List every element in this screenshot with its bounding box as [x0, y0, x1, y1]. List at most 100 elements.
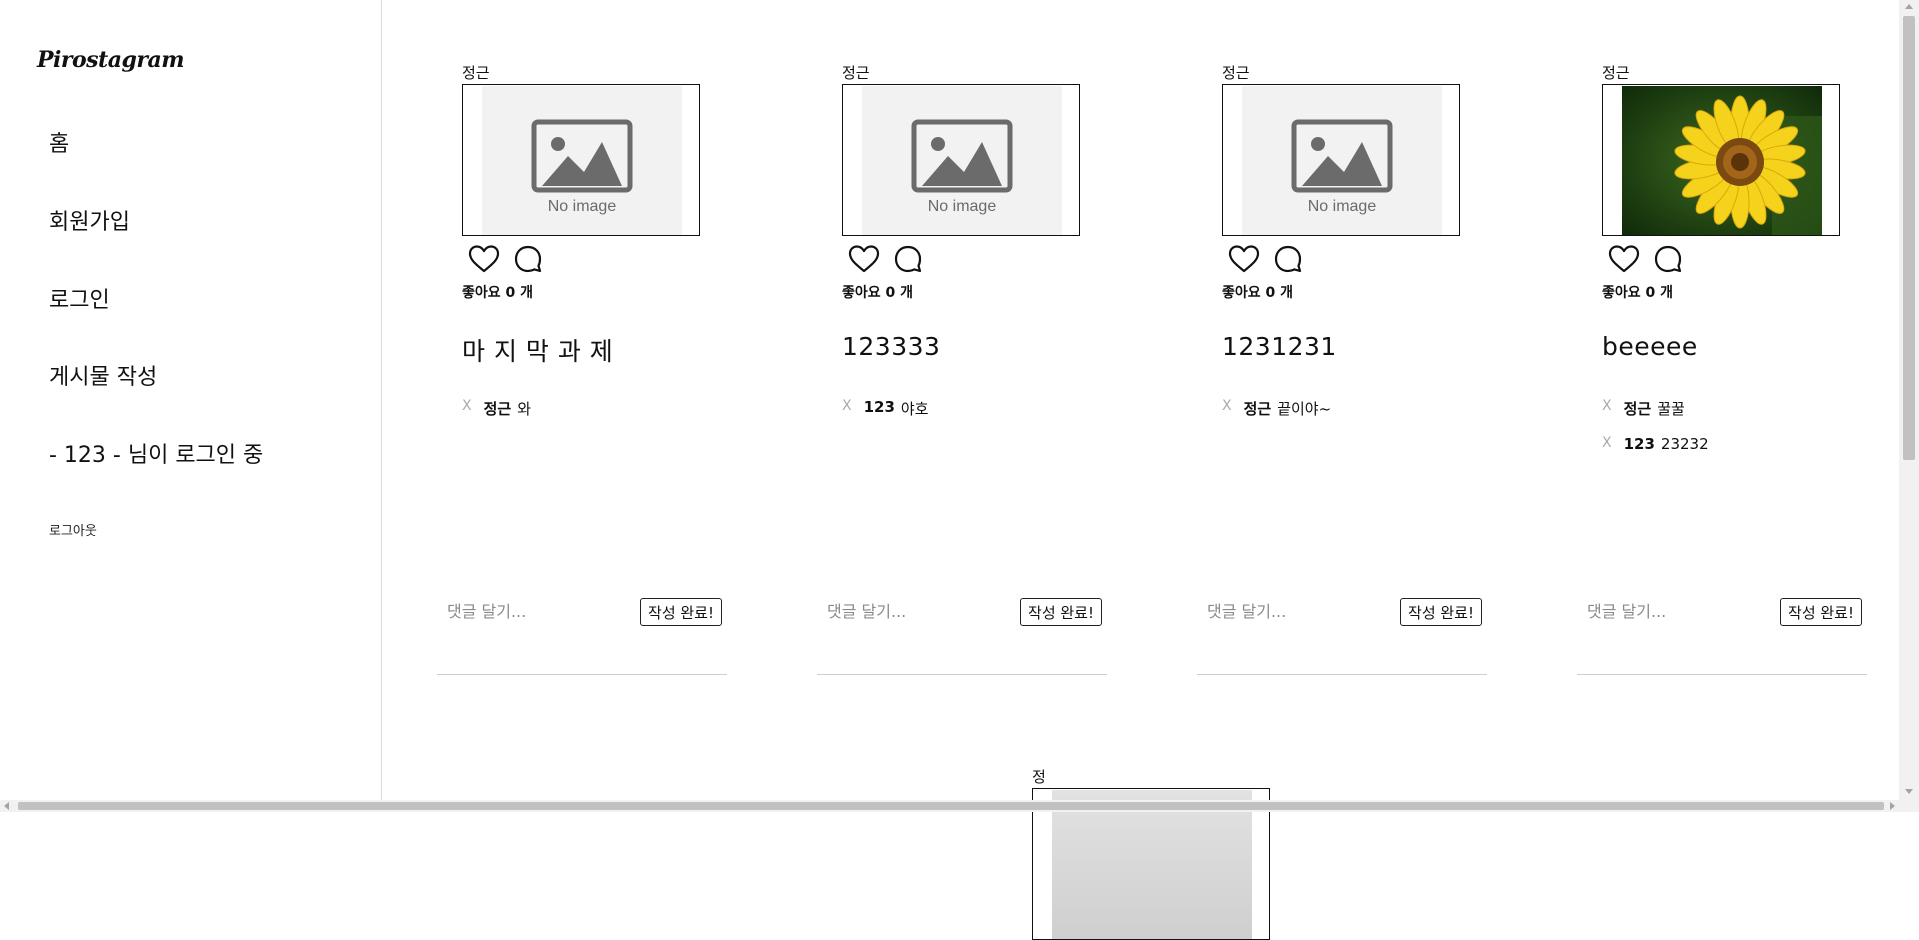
comment-icon[interactable] [1651, 242, 1685, 276]
likes-unit: 개 [900, 285, 913, 301]
comment-text: 23232 [1661, 435, 1709, 453]
comment-list: X 정근꿀꿀 X 123 23232 [1602, 398, 1709, 472]
vertical-scrollbar[interactable] [1899, 0, 1919, 800]
delete-comment-button[interactable]: X [1602, 398, 1612, 414]
comment-item: X 123 23232 [1602, 435, 1709, 472]
heart-icon[interactable] [1227, 242, 1261, 276]
no-image-placeholder: No image [482, 86, 682, 235]
no-image-placeholder: No image [1242, 86, 1442, 235]
post-author: 정근 [842, 62, 870, 83]
vertical-scroll-thumb[interactable] [1903, 16, 1915, 460]
comment-form: 작성 완료! [1587, 596, 1867, 626]
comment-author: 정근 [1624, 398, 1652, 419]
delete-comment-button[interactable]: X [1602, 435, 1612, 451]
likes-label: 좋아요 [842, 285, 881, 301]
comment-text: 끝이야~ [1277, 398, 1331, 419]
comment-icon[interactable] [511, 242, 545, 276]
likes-label: 좋아요 [1602, 285, 1641, 301]
likes-number: 0 [886, 285, 896, 301]
post-image-frame: No image [462, 84, 700, 236]
delete-comment-button[interactable]: X [842, 398, 852, 414]
logout-link[interactable]: 로그아웃 [49, 520, 97, 539]
horizontal-scroll-thumb[interactable] [18, 802, 1884, 810]
comment-text: 꿀꿀 [1657, 398, 1685, 419]
delete-comment-button[interactable]: X [1222, 398, 1232, 414]
no-image-placeholder: No image [862, 86, 1062, 235]
likes-unit: 개 [1280, 285, 1293, 301]
post-divider [437, 674, 727, 675]
likes-count: 좋아요 0 개 [462, 282, 533, 302]
post-divider [1577, 674, 1867, 675]
post-actions [467, 242, 545, 276]
heart-icon[interactable] [1607, 242, 1641, 276]
likes-unit: 개 [520, 285, 533, 301]
comment-item: X 정근와 [462, 398, 531, 435]
sidebar: Pirostagram 홈 회원가입 로그인 게시물 작성 - 123 - 님이… [0, 0, 382, 812]
likes-count: 좋아요 0 개 [1602, 282, 1673, 302]
comment-input[interactable] [447, 596, 627, 626]
post-card: 정근좋아요 0 개beeeeeX정근꿀꿀X12323232작성 완료! [1577, 0, 1867, 680]
no-image-text: No image [482, 198, 682, 216]
likes-number: 0 [1646, 285, 1656, 301]
comment-item: X 정근꿀꿀 [1602, 398, 1709, 435]
submit-comment-button[interactable]: 작성 완료! [1780, 598, 1862, 626]
delete-comment-button[interactable]: X [462, 398, 472, 414]
post-caption: beeeee [1602, 332, 1698, 361]
post-card: 정근 No image 좋아요 0 개 123333 X 123 야호작성 완료! [817, 0, 1107, 680]
post-caption: 123333 [842, 332, 940, 361]
scroll-right-icon[interactable] [1890, 802, 1895, 810]
comment-item: X 123 야호 [842, 398, 929, 435]
comment-input[interactable] [827, 596, 1007, 626]
post-card: 정근No image좋아요 0 개1231231X정근끝이야~작성 완료! [1197, 0, 1487, 680]
scroll-down-icon[interactable] [1905, 789, 1913, 794]
post-image-frame [1602, 84, 1840, 236]
comment-icon[interactable] [1271, 242, 1305, 276]
comment-list: X 123 야호 [842, 398, 929, 435]
heart-icon[interactable] [847, 242, 881, 276]
comment-text: 야호 [901, 398, 929, 419]
post-feed: 정근No image좋아요 0 개마 지 막 과 제X정근와작성 완료!정근No… [383, 0, 1899, 800]
nav-write-post[interactable]: 게시물 작성 [49, 359, 157, 391]
comment-input[interactable] [1587, 596, 1767, 626]
nav-signup[interactable]: 회원가입 [49, 204, 130, 236]
comment-author: 정근 [1244, 398, 1272, 419]
comment-input[interactable] [1207, 596, 1387, 626]
comment-author: 123 [864, 398, 895, 416]
no-image-text: No image [1242, 198, 1442, 216]
brand-logo[interactable]: Pirostagram [37, 47, 184, 73]
post-actions [1607, 242, 1685, 276]
comment-list: X 정근와 [462, 398, 531, 435]
likes-label: 좋아요 [462, 285, 501, 301]
submit-comment-button[interactable]: 작성 완료! [1020, 598, 1102, 626]
comment-icon[interactable] [891, 242, 925, 276]
post-caption: 1231231 [1222, 332, 1337, 361]
post-divider [1197, 674, 1487, 675]
post-divider [817, 674, 1107, 675]
no-image-text: No image [862, 198, 1062, 216]
post-caption: 마 지 막 과 제 [462, 332, 613, 368]
comment-item: X 정근끝이야~ [1222, 398, 1331, 435]
comment-form: 작성 완료! [827, 596, 1107, 626]
comment-author: 123 [1624, 435, 1655, 453]
comment-form: 작성 완료! [1207, 596, 1487, 626]
nav-home[interactable]: 홈 [49, 126, 69, 158]
scroll-left-icon[interactable] [4, 802, 9, 810]
post-author: 정근 [1222, 62, 1250, 83]
submit-comment-button[interactable]: 작성 완료! [640, 598, 722, 626]
post-author: 정근 [1602, 62, 1630, 83]
post-photo[interactable] [1052, 790, 1252, 939]
post-photo[interactable] [1622, 86, 1822, 235]
heart-icon[interactable] [467, 242, 501, 276]
scroll-up-icon[interactable] [1905, 4, 1913, 9]
likes-unit: 개 [1660, 285, 1673, 301]
submit-comment-button[interactable]: 작성 완료! [1400, 598, 1482, 626]
comment-author: 정근 [484, 398, 512, 419]
comment-list: X 정근끝이야~ [1222, 398, 1331, 435]
login-status: - 123 - 님이 로그인 중 [49, 437, 263, 469]
likes-count: 좋아요 0 개 [842, 282, 913, 302]
post-image-frame: No image [1222, 84, 1460, 236]
nav-login[interactable]: 로그인 [49, 282, 110, 314]
comment-text: 와 [517, 398, 531, 419]
horizontal-scrollbar[interactable] [0, 800, 1919, 812]
post-actions [847, 242, 925, 276]
